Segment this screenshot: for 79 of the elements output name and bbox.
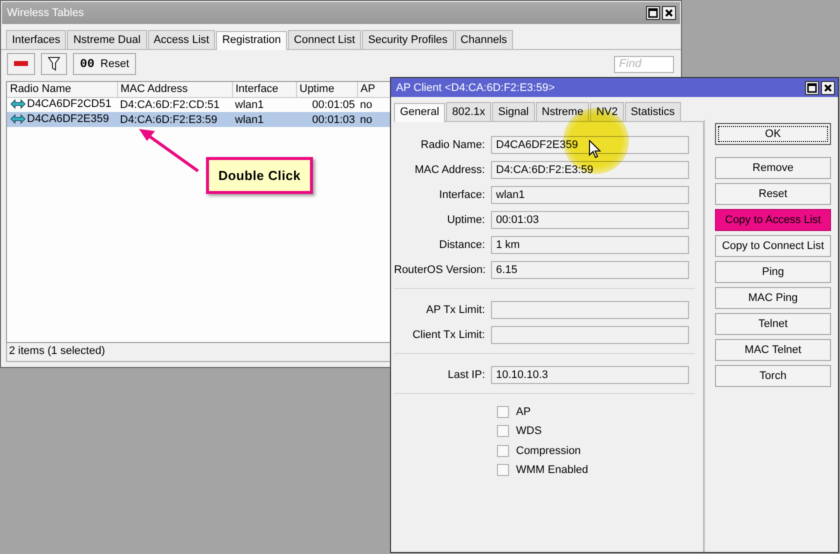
wireless-client-icon: [10, 114, 26, 124]
table-cell: wlan1: [235, 114, 264, 126]
table-cell: D4:CA:6D:F2:CD:51: [120, 98, 220, 111]
maximize-icon[interactable]: [805, 80, 819, 94]
callout-label: Double Click: [206, 157, 313, 194]
table-cell: 00:01:03: [312, 114, 355, 126]
tab[interactable]: 802.1x: [446, 102, 492, 121]
remove-button[interactable]: [7, 53, 35, 75]
tab[interactable]: Interfaces: [6, 30, 66, 49]
field-label: Interface:: [438, 188, 486, 200]
dialog-button[interactable]: OK: [715, 123, 831, 145]
tab[interactable]: Signal: [492, 102, 535, 121]
cursor-icon: [589, 140, 601, 159]
field-label: Distance:: [438, 238, 486, 250]
checkbox[interactable]: [497, 425, 509, 438]
field-label: Uptime:: [446, 214, 486, 226]
dialog-button[interactable]: MAC Ping: [715, 287, 831, 309]
reset-button[interactable]: 00 Reset: [73, 53, 136, 75]
table-cell: wlan1: [235, 98, 264, 111]
window-title: Wireless Tables: [7, 7, 84, 19]
dialog-button[interactable]: Torch: [715, 365, 831, 387]
dialog-button[interactable]: Remove: [715, 157, 831, 179]
checkbox-label: AP: [516, 406, 531, 418]
filter-icon: [48, 57, 60, 71]
table-cell: no: [360, 114, 372, 126]
table-cell: no: [360, 98, 372, 111]
tab[interactable]: General: [394, 103, 446, 122]
value-field[interactable]: 10.10.10.3: [491, 366, 689, 384]
column-header[interactable]: Interface: [232, 82, 296, 97]
field-label: AP Tx Limit:: [425, 304, 486, 316]
tab[interactable]: NV2: [590, 102, 624, 121]
table-cell: D4CA6DF2E359: [27, 112, 109, 124]
tab[interactable]: Access List: [148, 30, 216, 49]
value-field[interactable]: [491, 300, 689, 318]
wireless-client-icon: [10, 98, 26, 109]
checkbox[interactable]: [497, 406, 509, 418]
field-label: Radio Name:: [420, 138, 486, 150]
dialog-button[interactable]: Ping: [715, 261, 831, 283]
checkbox[interactable]: [497, 444, 509, 457]
dialog-button[interactable]: MAC Telnet: [715, 339, 831, 361]
dialog-button[interactable]: Telnet: [715, 313, 831, 335]
dialog-button[interactable]: Copy to Connect List: [715, 235, 831, 257]
minus-icon: [14, 61, 28, 67]
tab[interactable]: Channels: [454, 30, 514, 49]
tab[interactable]: Security Profiles: [362, 30, 454, 49]
dialog-button[interactable]: Copy to Access List: [715, 209, 831, 231]
column-header[interactable]: Radio Name: [7, 82, 117, 97]
value-field[interactable]: 1 km: [491, 236, 689, 254]
close-icon[interactable]: [821, 80, 835, 94]
value-field[interactable]: D4:CA:6D:F2:E3:59: [491, 160, 689, 178]
column-header[interactable]: Uptime: [296, 82, 357, 97]
filter-button[interactable]: [41, 53, 67, 75]
value-field[interactable]: wlan1: [491, 186, 689, 204]
find-field[interactable]: Find: [614, 56, 674, 72]
value-field[interactable]: 00:01:03: [491, 210, 689, 228]
value-field[interactable]: 6.15: [491, 260, 689, 278]
field-label: Client Tx Limit:: [411, 328, 486, 340]
status-text: 2 items (1 selected): [9, 345, 105, 357]
tab[interactable]: Nstreme Dual: [67, 30, 147, 49]
checkbox-label: Compression: [516, 444, 581, 457]
dialog-button[interactable]: Reset: [715, 183, 831, 205]
close-icon[interactable]: [662, 6, 676, 20]
tab[interactable]: Registration: [216, 31, 287, 50]
checkbox-label: WMM Enabled: [516, 464, 588, 476]
maximize-icon[interactable]: [646, 6, 660, 20]
table-cell: 00:01:05: [312, 98, 355, 111]
field-label: RouterOS Version:: [394, 264, 487, 276]
tab[interactable]: Statistics: [624, 102, 681, 121]
dialog-title: AP Client <D4:CA:6D:F2:E3:59>: [396, 82, 555, 94]
column-header[interactable]: MAC Address: [117, 82, 232, 97]
tab[interactable]: Nstreme: [536, 102, 590, 121]
table-cell: D4CA6DF2CD51: [27, 98, 112, 110]
field-label: MAC Address:: [414, 164, 486, 176]
tab[interactable]: Connect List: [288, 30, 362, 49]
table-cell: D4:CA:6D:F2:E3:59: [120, 114, 218, 126]
checkbox[interactable]: [497, 464, 509, 476]
value-field[interactable]: [491, 326, 689, 344]
checkbox-label: WDS: [516, 425, 542, 438]
field-label: Last IP:: [446, 368, 486, 380]
